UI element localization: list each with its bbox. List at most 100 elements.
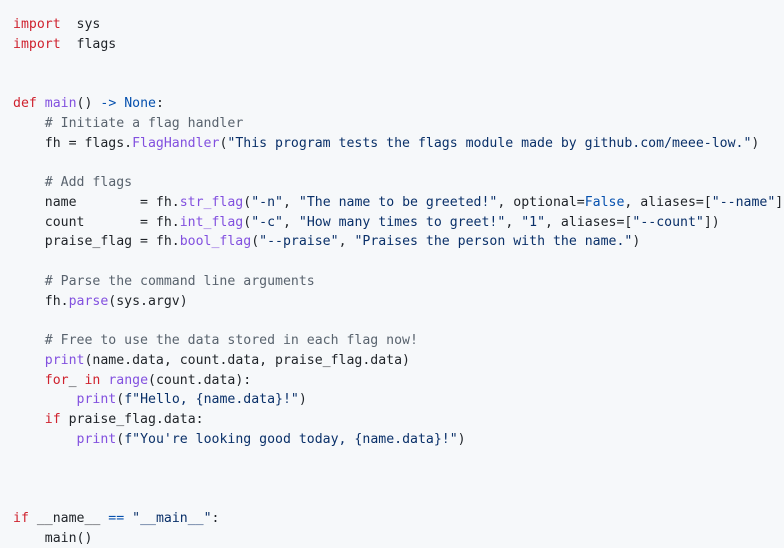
code-keyword: import (13, 17, 61, 32)
code-string: "How many times to greet!" (299, 215, 505, 230)
code-text: ( (116, 392, 124, 407)
code-text: (count.data): (148, 373, 251, 388)
code-line: ​ (13, 74, 784, 94)
code-line: main() (13, 529, 784, 548)
code-text: ) (299, 392, 307, 407)
code-text: , (339, 234, 355, 249)
code-text: fh = flags. (13, 136, 132, 151)
code-text (13, 116, 45, 131)
code-keyword: for (45, 373, 69, 388)
code-text (13, 274, 45, 289)
code-text: ]) (704, 215, 720, 230)
code-line: # Parse the command line arguments (13, 272, 784, 292)
code-line: if __name__ == "__main__": (13, 509, 784, 529)
code-text: , aliases=[ (545, 215, 632, 230)
code-constant: -> (100, 96, 116, 111)
code-line: def main() -> None: (13, 94, 784, 114)
code-line: import sys (13, 15, 784, 35)
code-text: , (283, 215, 299, 230)
code-function: str_flag (180, 195, 244, 210)
code-line: fh.parse(sys.argv) (13, 292, 784, 312)
code-line: if praise_flag.data: (13, 410, 784, 430)
code-keyword: def (13, 96, 37, 111)
code-text: __name__ (29, 511, 108, 526)
code-text: ]) (775, 195, 784, 210)
code-string: f"You're looking good today, {name.data}… (124, 432, 457, 447)
code-function: print (45, 353, 85, 368)
code-line: ​ (13, 469, 784, 489)
code-text (13, 412, 45, 427)
code-line: count = fh.int_flag("-c", "How many time… (13, 213, 784, 233)
code-function: print (77, 392, 117, 407)
code-string: "The name to be greeted!" (299, 195, 498, 210)
code-constant: == (108, 511, 124, 526)
code-text: , (283, 195, 299, 210)
code-text: ( (251, 234, 259, 249)
code-text (13, 333, 45, 348)
code-line: ​ (13, 55, 784, 75)
code-line: ​ (13, 252, 784, 272)
code-text: , (505, 215, 521, 230)
code-line: print(f"You're looking good today, {name… (13, 430, 784, 450)
code-line: ​ (13, 153, 784, 173)
code-string: "--count" (632, 215, 703, 230)
code-comment: # Initiate a flag handler (45, 116, 244, 131)
code-line: # Initiate a flag handler (13, 114, 784, 134)
code-constant: False (585, 195, 625, 210)
code-text: sys (61, 17, 101, 32)
code-line: praise_flag = fh.bool_flag("--praise", "… (13, 232, 784, 252)
code-comment: # Free to use the data stored in each fl… (45, 333, 418, 348)
code-text: ) (458, 432, 466, 447)
code-line: ​ (13, 311, 784, 331)
code-function: range (108, 373, 148, 388)
code-line: for_ in range(count.data): (13, 371, 784, 391)
code-string: "Praises the person with the name." (354, 234, 632, 249)
code-text (13, 373, 45, 388)
code-text: (sys.argv) (108, 294, 187, 309)
code-string: "--name" (712, 195, 776, 210)
code-string: "1" (521, 215, 545, 230)
code-function: FlagHandler (132, 136, 219, 151)
code-line: print(f"Hello, {name.data}!") (13, 390, 784, 410)
code-line: # Free to use the data stored in each fl… (13, 331, 784, 351)
code-function: parse (69, 294, 109, 309)
code-string: "__main__" (132, 511, 211, 526)
code-line: print(name.data, count.data, praise_flag… (13, 351, 784, 371)
code-string: "-c" (251, 215, 283, 230)
code-line: import flags (13, 35, 784, 55)
code-comment: # Add flags (45, 175, 132, 190)
code-text: , optional= (497, 195, 584, 210)
code-block: import sysimport flags​​def main() -> No… (0, 0, 784, 543)
code-keyword: if (45, 412, 61, 427)
code-line: ​ (13, 489, 784, 509)
code-function: print (77, 432, 117, 447)
code-function: main (45, 96, 77, 111)
code-text (37, 96, 45, 111)
code-string: "-n" (251, 195, 283, 210)
code-text: fh. (13, 294, 69, 309)
code-string: "--praise" (259, 234, 338, 249)
code-text: count = fh. (13, 215, 180, 230)
code-comment: # Parse the command line arguments (45, 274, 315, 289)
code-constant: None (124, 96, 156, 111)
code-text: () (77, 96, 101, 111)
code-text: : (212, 511, 220, 526)
code-text: praise_flag = fh. (13, 234, 180, 249)
code-function: int_flag (180, 215, 244, 230)
code-text: ) (751, 136, 759, 151)
code-string: f"Hello, {name.data}!" (124, 392, 299, 407)
code-keyword: in (84, 373, 100, 388)
code-line: fh = flags.FlagHandler("This program tes… (13, 134, 784, 154)
code-text: ( (116, 432, 124, 447)
code-text (13, 175, 45, 190)
code-text: flags (61, 37, 117, 52)
code-text: name = fh. (13, 195, 180, 210)
code-keyword: import (13, 37, 61, 52)
code-text (13, 392, 77, 407)
code-text (124, 511, 132, 526)
code-text: _ (69, 373, 85, 388)
code-text: ) (632, 234, 640, 249)
code-line: # Add flags (13, 173, 784, 193)
code-text: (name.data, count.data, praise_flag.data… (84, 353, 410, 368)
code-text: , aliases=[ (624, 195, 711, 210)
